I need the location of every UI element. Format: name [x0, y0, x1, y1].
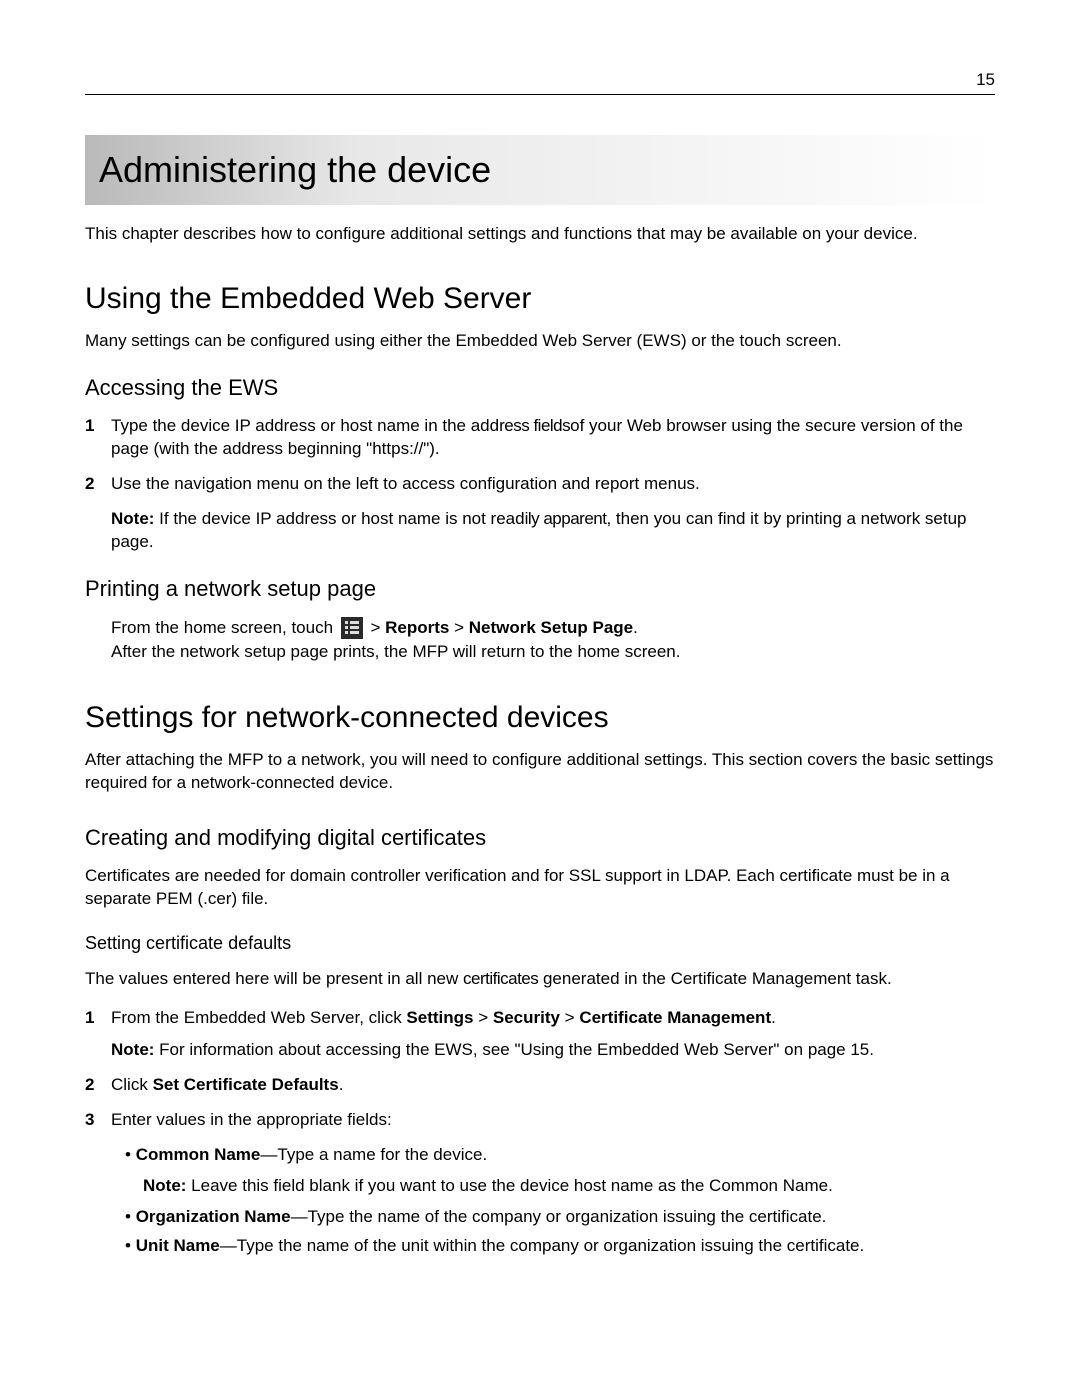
note-block: Note: If the device IP address or host n…	[111, 508, 995, 554]
menu-list-icon	[341, 617, 363, 639]
note-label: Note:	[111, 1040, 154, 1059]
section-settings-network-body: After attaching the MFP to a network, yo…	[85, 749, 995, 795]
field-common-name: Common Name—Type a name for the device.	[125, 1144, 995, 1167]
breadcrumb-settings: Settings	[406, 1008, 473, 1027]
text-fragment: .	[633, 618, 638, 637]
set-certificate-defaults-label: Set Certificate Defaults	[153, 1075, 339, 1094]
subsection-digital-certificates-body: Certificates are needed for domain contr…	[85, 865, 995, 911]
section-using-ews-body: Many settings can be configured using ei…	[85, 330, 995, 353]
text-fragment: After the network setup page prints, the…	[111, 642, 680, 661]
section-settings-network-title: Settings for network-connected devices	[85, 701, 995, 735]
step-text: Click Set Certificate Defaults.	[111, 1074, 995, 1097]
text-fragment: certificates	[463, 969, 538, 988]
step-text: Type the device IP address or host name …	[111, 415, 995, 461]
breadcrumb-network-setup-page: Network Setup Page	[469, 618, 633, 637]
note-text: Leave this field blank if you want to us…	[186, 1176, 832, 1195]
chapter-title: Administering the device	[85, 135, 995, 205]
text-fragment: Type the device IP address or host name …	[111, 416, 499, 435]
field-organization-name: Organization Name—Type the name of the c…	[125, 1206, 995, 1229]
note-label: Note:	[111, 509, 154, 528]
field-unit-name: Unit Name—Type the name of the unit with…	[125, 1235, 995, 1258]
text-fragment: .	[339, 1075, 344, 1094]
text-fragment: The values entered here will be present …	[85, 969, 463, 988]
text-fragment: —	[220, 1236, 237, 1255]
text-fragment: ily apparent	[525, 509, 607, 528]
step-text: From the Embedded Web Server, click Sett…	[111, 1007, 995, 1063]
step-text: Use the navigation menu on the left to a…	[111, 473, 995, 496]
field-description: Type the name of the unit within the com…	[237, 1236, 864, 1255]
subsection-printing-network-setup-title: Printing a network setup page	[85, 576, 995, 602]
step-number: 1	[85, 415, 111, 461]
text-fragment: >	[560, 1008, 579, 1027]
subsection-accessing-ews-title: Accessing the EWS	[85, 375, 995, 401]
list-item: 1 From the Embedded Web Server, click Se…	[85, 1007, 995, 1063]
section-using-ews-title: Using the Embedded Web Server	[85, 282, 995, 316]
note-text: If the device IP address or host name is…	[154, 509, 524, 528]
text-fragment: ress fields	[499, 416, 570, 435]
text-fragment: >	[473, 1008, 492, 1027]
field-description: Type a name for the device.	[277, 1145, 487, 1164]
subsubsection-cert-defaults-title: Setting certificate defaults	[85, 933, 995, 954]
breadcrumb-security: Security	[493, 1008, 560, 1027]
text-fragment: .	[771, 1008, 776, 1027]
field-label: Common Name	[136, 1145, 261, 1164]
step-number: 3	[85, 1109, 111, 1132]
list-item: 1 Type the device IP address or host nam…	[85, 415, 995, 461]
text-fragment: From the home screen, touch	[111, 618, 338, 637]
breadcrumb-certificate-management: Certificate Management	[579, 1008, 771, 1027]
text-fragment: >	[366, 618, 385, 637]
text-fragment: —	[291, 1207, 308, 1226]
step-text: Enter values in the appropriate fields:	[111, 1109, 995, 1132]
printing-instructions: From the home screen, touch > Reports > …	[111, 616, 995, 665]
step-number: 1	[85, 1007, 111, 1063]
step-number: 2	[85, 473, 111, 496]
field-note: Note: Leave this field blank if you want…	[143, 1175, 995, 1198]
note-label: Note:	[143, 1176, 186, 1195]
field-label: Unit Name	[136, 1236, 220, 1255]
text-fragment: >	[449, 618, 468, 637]
field-description: Type the name of the company or organiza…	[308, 1207, 827, 1226]
page-number: 15	[85, 70, 995, 95]
text-fragment: Click	[111, 1075, 153, 1094]
text-fragment: From the Embedded Web Server, click	[111, 1008, 406, 1027]
field-label: Organization Name	[136, 1207, 291, 1226]
list-item: 3 Enter values in the appropriate fields…	[85, 1109, 995, 1132]
subsubsection-cert-defaults-body: The values entered here will be present …	[85, 968, 995, 991]
chapter-intro: This chapter describes how to configure …	[85, 223, 995, 246]
step-number: 2	[85, 1074, 111, 1097]
list-item: 2 Click Set Certificate Defaults.	[85, 1074, 995, 1097]
breadcrumb-reports: Reports	[385, 618, 449, 637]
note-text: For information about accessing the EWS,…	[154, 1040, 874, 1059]
subsection-digital-certificates-title: Creating and modifying digital certifica…	[85, 825, 995, 851]
list-item: 2 Use the navigation menu on the left to…	[85, 473, 995, 496]
text-fragment: generated in the Certificate Management …	[538, 969, 891, 988]
text-fragment: —	[260, 1145, 277, 1164]
